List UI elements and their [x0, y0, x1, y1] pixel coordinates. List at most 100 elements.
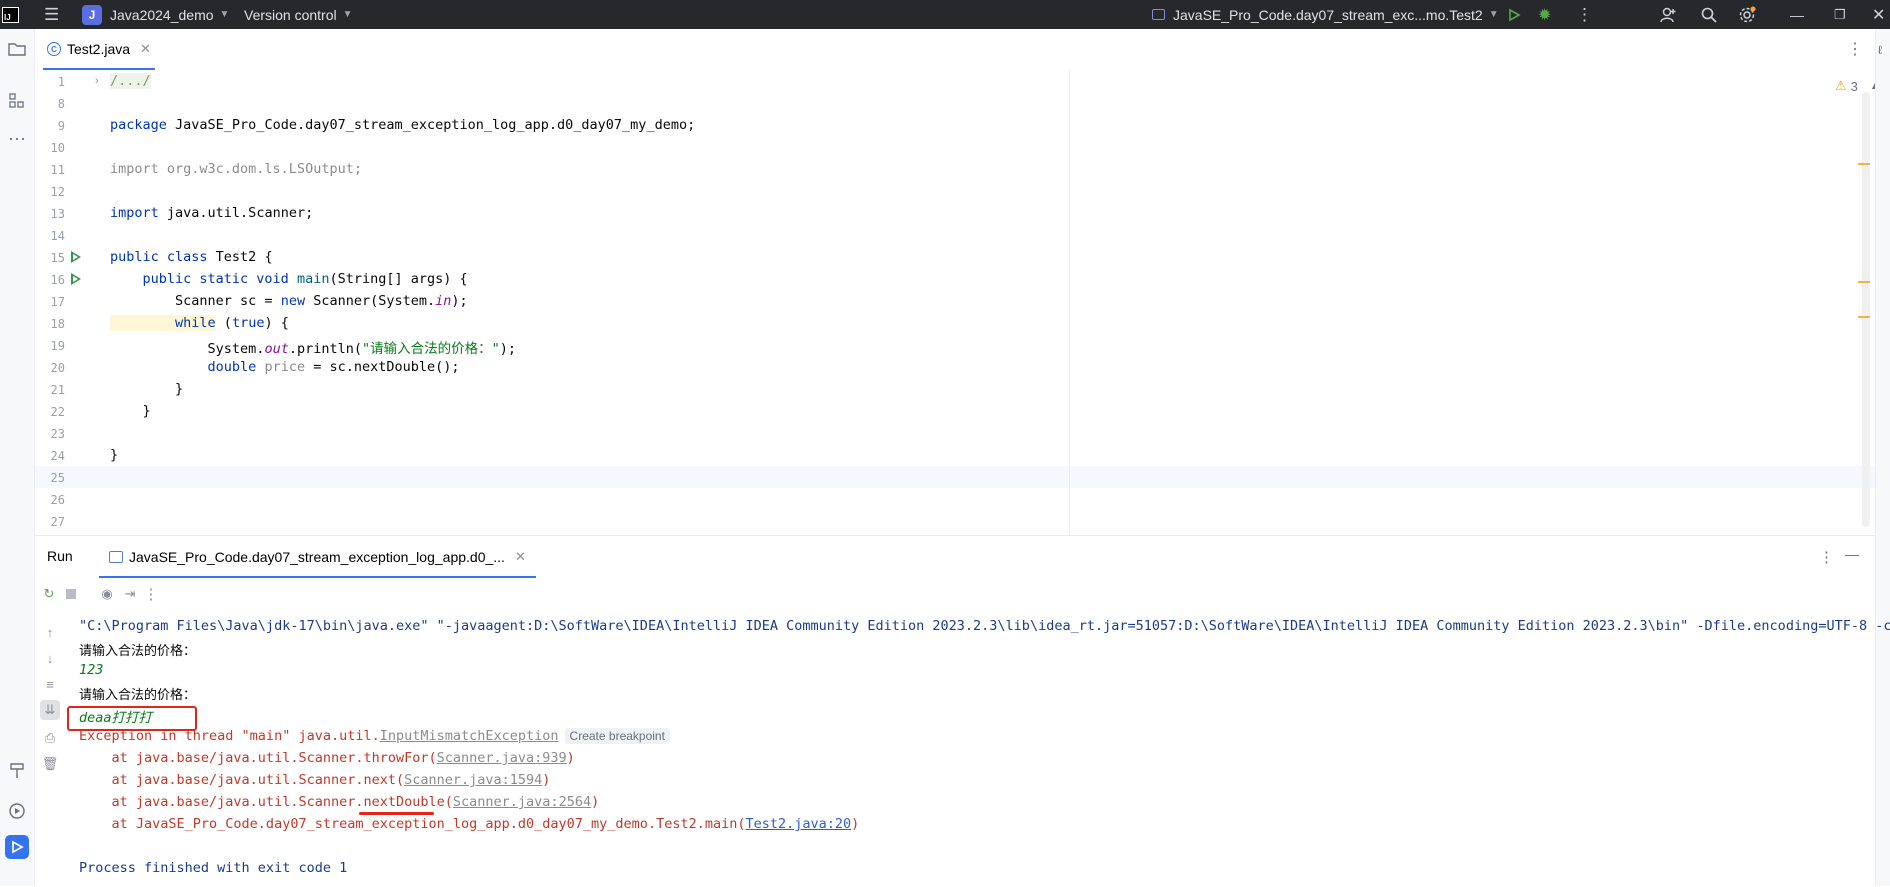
annotation-box	[67, 706, 197, 731]
run-tab-label: JavaSE_Pro_Code.day07_stream_exception_l…	[129, 549, 505, 565]
code-line-17: Scanner sc = new Scanner(System.in);	[110, 293, 468, 309]
right-margin-guide	[1069, 70, 1070, 535]
main-menu-icon[interactable]: ☰	[44, 0, 59, 29]
line-number: 20	[50, 361, 65, 375]
project-badge: J	[82, 4, 102, 25]
vcs-label: Version control	[244, 6, 337, 23]
project-selector[interactable]: J Java2024_demo ▼	[82, 0, 229, 29]
line-number: 21	[50, 383, 65, 397]
debug-icon[interactable]: ✹	[1538, 0, 1551, 29]
line-number: 27	[50, 515, 65, 529]
line-number: 11	[50, 163, 65, 177]
run-tab-bar: Run JavaSE_Pro_Code.day07_stream_excepti…	[35, 536, 1875, 580]
tab-options-icon[interactable]: ⋮	[1847, 39, 1863, 59]
search-icon[interactable]	[1700, 0, 1718, 29]
warning-icon: ⚠	[1835, 78, 1847, 93]
scroll-up-icon[interactable]: ↑	[40, 622, 60, 642]
source-link[interactable]: Scanner.java:1594	[404, 772, 542, 788]
more-tools-icon[interactable]: ⋯	[5, 127, 29, 151]
close-icon[interactable]: ✕	[1872, 0, 1885, 29]
exit-icon[interactable]: ⇥	[120, 584, 140, 604]
hide-panel-icon[interactable]: —	[1845, 546, 1859, 562]
stop-icon[interactable]	[61, 584, 81, 604]
run-config-selector[interactable]: JavaSE_Pro_Code.day07_stream_exc...mo.Te…	[1152, 0, 1499, 29]
more-icon[interactable]: ⋮	[1576, 0, 1593, 29]
camera-icon[interactable]: ◉	[97, 584, 117, 604]
code-line-18: while (true) {	[110, 315, 289, 331]
structure-icon[interactable]	[5, 89, 29, 113]
source-link[interactable]: Scanner.java:939	[437, 750, 567, 766]
run-config-name: JavaSE_Pro_Code.day07_stream_exc...mo.Te…	[1173, 6, 1483, 23]
line-number: 18	[50, 317, 65, 331]
panel-options-icon[interactable]: ⋮	[1819, 548, 1834, 566]
print-icon[interactable]: ⎙	[40, 728, 60, 748]
add-user-icon[interactable]	[1659, 0, 1677, 29]
close-tab-icon[interactable]: ✕	[140, 41, 151, 57]
stack-trace-line: at java.base/java.util.Scanner.nextDoubl…	[79, 794, 600, 810]
chevron-down-icon: ▼	[342, 9, 353, 20]
current-line-highlight	[35, 466, 1875, 488]
right-tool-strip: ℓ	[1875, 29, 1890, 886]
code-line-13: import java.util.Scanner;	[110, 205, 314, 221]
folder-icon[interactable]	[5, 37, 29, 61]
editor-scrollbar[interactable]	[1862, 92, 1870, 527]
trash-icon[interactable]: 🗑	[40, 754, 60, 774]
warning-marker[interactable]	[1858, 316, 1870, 318]
code-line-16: public static void main(String[] args) {	[110, 271, 468, 287]
paint-icon[interactable]	[5, 759, 29, 783]
warning-marker[interactable]	[1858, 163, 1870, 165]
warning-marker[interactable]	[1858, 281, 1870, 283]
code-line-9: package JavaSE_Pro_Code.day07_stream_exc…	[110, 117, 696, 133]
close-tab-icon[interactable]: ✕	[515, 549, 526, 565]
scroll-to-end-icon[interactable]: ⇊	[40, 700, 60, 720]
services-icon[interactable]	[5, 799, 29, 823]
console-output[interactable]: ↑ ↓ ≡ ⇊ ⎙ 🗑 "C:\Program Files\Java\jdk-1…	[35, 608, 1890, 887]
code-editor[interactable]: 1 8 9 10 11 12 13 14 15 16 17 18 19 20 21 22 23 24 25 26 27 …	[35, 70, 1875, 535]
warning-count: 3	[1850, 78, 1858, 94]
project-name: Java2024_demo	[110, 6, 214, 23]
code-line-22: }	[110, 403, 151, 419]
fold-expand-icon[interactable]: ›	[95, 75, 99, 87]
code-line-11: import org.w3c.dom.ls.LSOutput;	[110, 161, 362, 177]
run-panel-title: Run	[47, 548, 73, 564]
line-number: 8	[57, 97, 65, 111]
line-number: 9	[57, 119, 65, 133]
source-link[interactable]: Test2.java:20	[745, 816, 851, 832]
editor-tab-bar: C Test2.java ✕ ⋮	[35, 29, 1875, 71]
line-number: 19	[50, 339, 65, 353]
line-number: 15	[50, 251, 65, 265]
run-session-tab[interactable]: JavaSE_Pro_Code.day07_stream_exception_l…	[99, 536, 536, 578]
run-tool-icon[interactable]	[5, 835, 29, 859]
soft-wrap-icon[interactable]: ≡	[40, 674, 60, 694]
tab-test2-java[interactable]: C Test2.java ✕	[43, 29, 155, 70]
line-number: 1	[57, 75, 65, 89]
minimize-icon[interactable]: —	[1790, 0, 1804, 29]
line-number: 10	[50, 141, 65, 155]
chevron-down-icon: ▼	[219, 9, 230, 20]
vcs-menu[interactable]: Version control ▼	[244, 0, 353, 29]
app-window-icon	[1152, 9, 1165, 20]
code-line-1: /.../	[110, 73, 151, 89]
chevron-up-icon[interactable]: ▲	[1870, 81, 1875, 92]
rerun-icon[interactable]: ↻	[39, 584, 59, 604]
exception-class-link[interactable]: InputMismatchException	[380, 728, 559, 744]
scroll-down-icon[interactable]: ↓	[40, 648, 60, 668]
source-link[interactable]: Scanner.java:2564	[453, 794, 591, 810]
console-prompt: 请输入合法的价格：	[79, 688, 197, 703]
more-icon[interactable]: ⋮	[141, 584, 161, 604]
class-icon: C	[47, 42, 61, 56]
notifications-icon[interactable]: ℓ	[1878, 43, 1882, 57]
line-number: 16	[50, 273, 65, 287]
run-gutter-icon[interactable]	[71, 251, 81, 263]
create-breakpoint-button[interactable]: Create breakpoint	[564, 728, 670, 744]
run-gutter-icon[interactable]	[71, 273, 81, 285]
run-button[interactable]	[1507, 0, 1521, 29]
code-line-21: }	[110, 381, 184, 397]
line-number: 12	[50, 185, 65, 199]
stack-trace-line: at java.base/java.util.Scanner.throwFor(…	[79, 750, 575, 766]
run-panel: Run JavaSE_Pro_Code.day07_stream_excepti…	[35, 535, 1890, 887]
restore-icon[interactable]: ❐	[1834, 0, 1846, 29]
inspection-widget[interactable]: ⚠ 3 ▲ ▼	[1835, 78, 1875, 94]
console-prompt: 请输入合法的价格：	[79, 644, 197, 659]
gear-icon[interactable]	[1738, 0, 1756, 29]
